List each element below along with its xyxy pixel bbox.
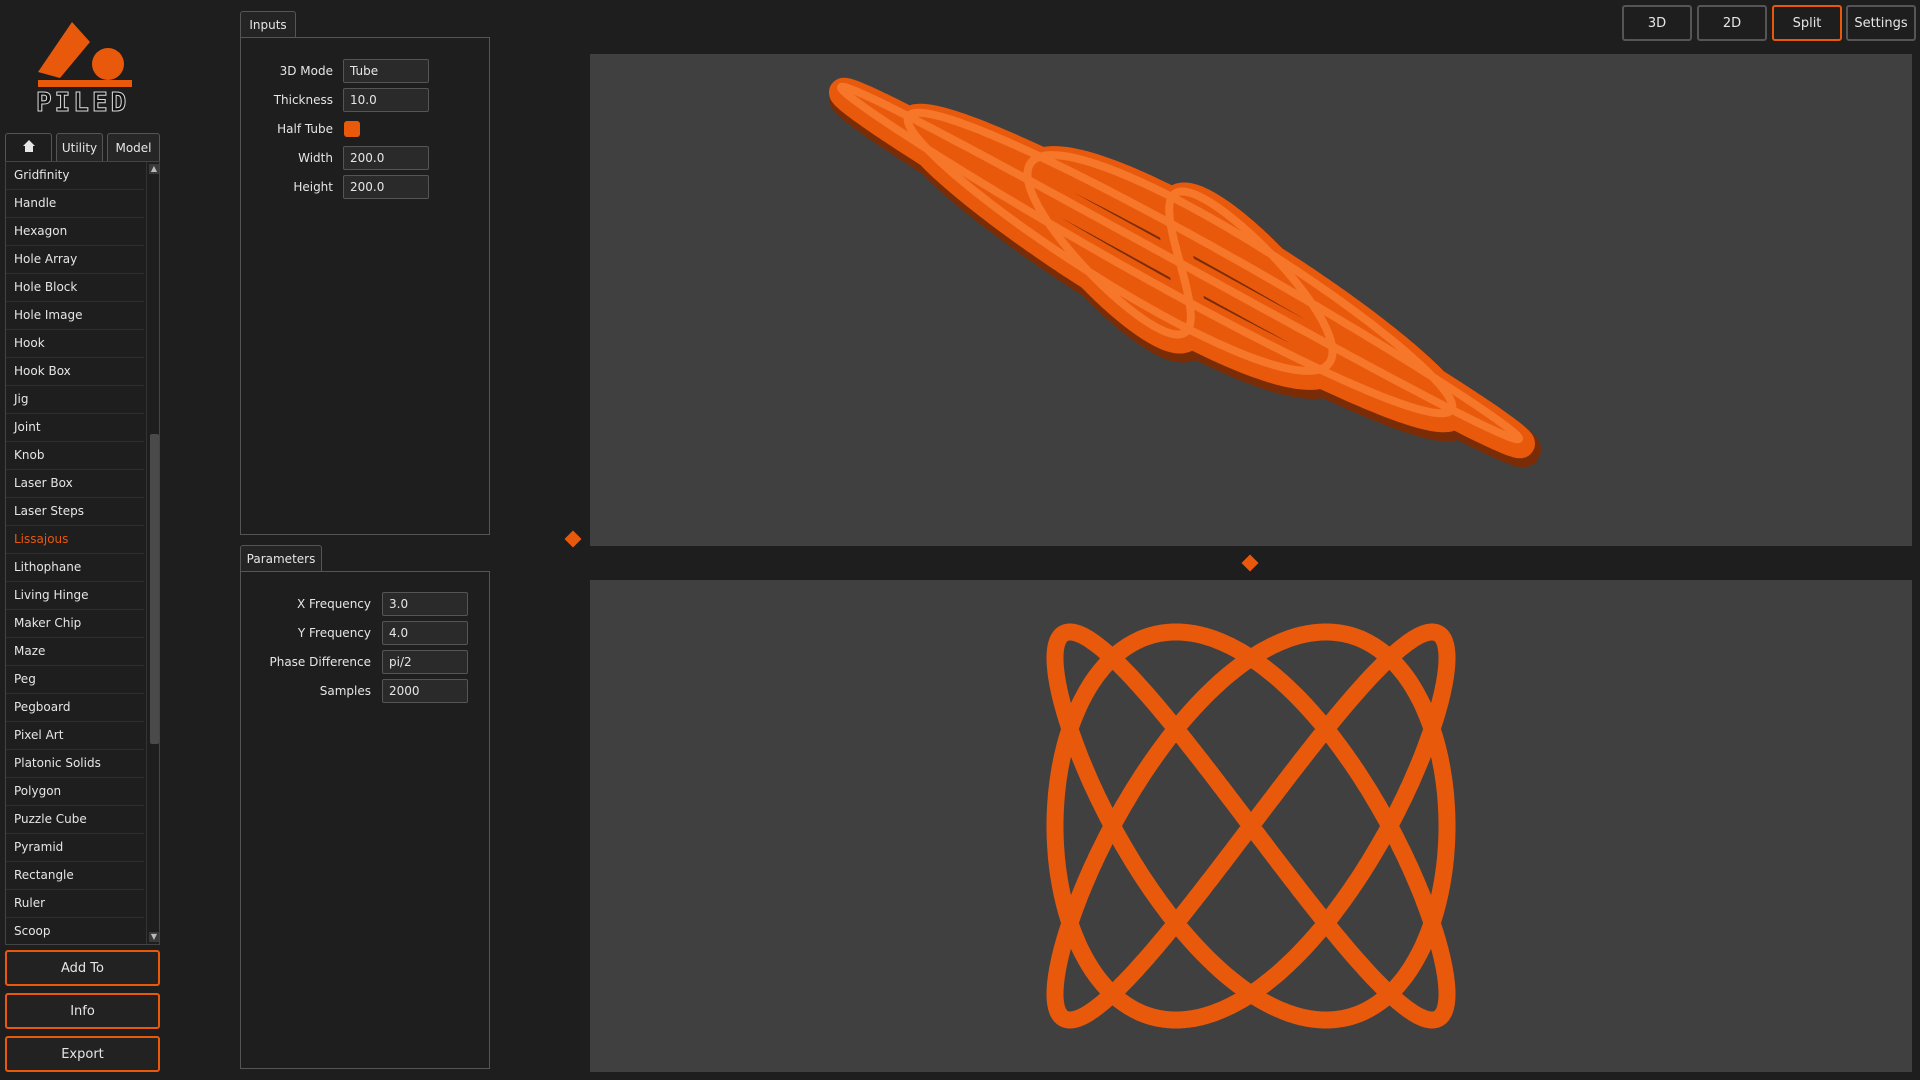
- list-item[interactable]: Hook: [6, 330, 144, 358]
- phase-difference-label: Phase Difference: [269, 655, 371, 669]
- list-item[interactable]: Platonic Solids: [6, 750, 144, 778]
- list-item[interactable]: Rectangle: [6, 862, 144, 890]
- width-input[interactable]: 200.0: [343, 146, 429, 170]
- list-item[interactable]: Living Hinge: [6, 582, 144, 610]
- list-item[interactable]: Pyramid: [6, 834, 144, 862]
- list-item[interactable]: Maze: [6, 638, 144, 666]
- list-item[interactable]: Lissajous: [6, 526, 144, 554]
- list-item[interactable]: Joint: [6, 414, 144, 442]
- list-item[interactable]: Lithophane: [6, 554, 144, 582]
- x-frequency-input[interactable]: 3.0: [382, 592, 468, 616]
- y-frequency-input[interactable]: 4.0: [382, 621, 468, 645]
- inputs-panel: 3D Mode Tube Thickness 10.0 Half Tube Wi…: [240, 37, 490, 535]
- tab-utility[interactable]: Utility: [56, 133, 103, 161]
- half-tube-checkbox[interactable]: [344, 121, 360, 137]
- list-item[interactable]: Handle: [6, 190, 144, 218]
- thickness-input[interactable]: 10.0: [343, 88, 429, 112]
- app-logo: PILED: [30, 14, 140, 119]
- thickness-label: Thickness: [273, 93, 333, 107]
- half-tube-label: Half Tube: [277, 122, 333, 136]
- tab-inputs[interactable]: Inputs: [240, 11, 296, 37]
- list-item[interactable]: Peg: [6, 666, 144, 694]
- lissajous-2d-curve: [1046, 623, 1456, 1029]
- list-item[interactable]: Puzzle Cube: [6, 806, 144, 834]
- view-2d-button[interactable]: 2D: [1697, 5, 1767, 41]
- list-item[interactable]: Pixel Art: [6, 722, 144, 750]
- list-item[interactable]: Polygon: [6, 778, 144, 806]
- list-item[interactable]: Laser Steps: [6, 498, 144, 526]
- list-item[interactable]: Hexagon: [6, 218, 144, 246]
- panel-splitter-handle[interactable]: [564, 530, 582, 548]
- list-item[interactable]: Pegboard: [6, 694, 144, 722]
- list-item[interactable]: Gridfinity: [6, 162, 144, 190]
- model-list[interactable]: Gridfinity Handle Hexagon Hole Array Hole Bl…: [5, 161, 160, 945]
- tab-parameters[interactable]: Parameters: [240, 545, 322, 571]
- model-list-items: Gridfinity Handle Hexagon Hole Array Hole Bl…: [6, 162, 144, 944]
- mode-select[interactable]: Tube: [343, 59, 429, 83]
- height-label: Height: [293, 180, 333, 194]
- samples-label: Samples: [319, 684, 371, 698]
- list-item[interactable]: Hook Box: [6, 358, 144, 386]
- list-item[interactable]: Scoop: [6, 918, 144, 944]
- list-item[interactable]: Laser Box: [6, 470, 144, 498]
- home-icon: [22, 139, 36, 156]
- view-split-button[interactable]: Split: [1772, 5, 1842, 41]
- list-item[interactable]: Jig: [6, 386, 144, 414]
- list-item[interactable]: Ruler: [6, 890, 144, 918]
- export-button[interactable]: Export: [5, 1036, 160, 1072]
- scroll-thumb[interactable]: [150, 434, 159, 744]
- tab-home[interactable]: [5, 133, 52, 161]
- y-frequency-label: Y Frequency: [297, 626, 371, 640]
- viewport-3d[interactable]: [590, 54, 1912, 546]
- mode-label: 3D Mode: [279, 64, 333, 78]
- settings-button[interactable]: Settings: [1846, 5, 1916, 41]
- width-label: Width: [298, 151, 333, 165]
- x-frequency-label: X Frequency: [296, 597, 371, 611]
- lissajous-3d-render: [829, 77, 1541, 468]
- tab-model[interactable]: Model: [107, 133, 160, 161]
- view-splitter-handle[interactable]: [1241, 554, 1259, 572]
- list-item[interactable]: Hole Array: [6, 246, 144, 274]
- scroll-down-arrow-icon[interactable]: ▼: [149, 932, 159, 942]
- scroll-up-arrow-icon[interactable]: ▲: [149, 164, 159, 174]
- info-button[interactable]: Info: [5, 993, 160, 1029]
- parameters-panel: X Frequency 3.0 Y Frequency 4.0 Phase Di…: [240, 571, 490, 1069]
- list-item[interactable]: Maker Chip: [6, 610, 144, 638]
- phase-difference-input[interactable]: pi/2: [382, 650, 468, 674]
- viewport-2d[interactable]: [590, 580, 1912, 1072]
- list-item[interactable]: Knob: [6, 442, 144, 470]
- samples-input[interactable]: 2000: [382, 679, 468, 703]
- list-item[interactable]: Hole Block: [6, 274, 144, 302]
- lissajous-2d-render: [1046, 623, 1456, 1029]
- height-input[interactable]: 200.0: [343, 175, 429, 199]
- add-to-button[interactable]: Add To: [5, 950, 160, 986]
- view-3d-button[interactable]: 3D: [1622, 5, 1692, 41]
- list-scrollbar[interactable]: ▲ ▼: [146, 162, 159, 944]
- logo-text: PILED: [36, 88, 130, 119]
- list-item[interactable]: Hole Image: [6, 302, 144, 330]
